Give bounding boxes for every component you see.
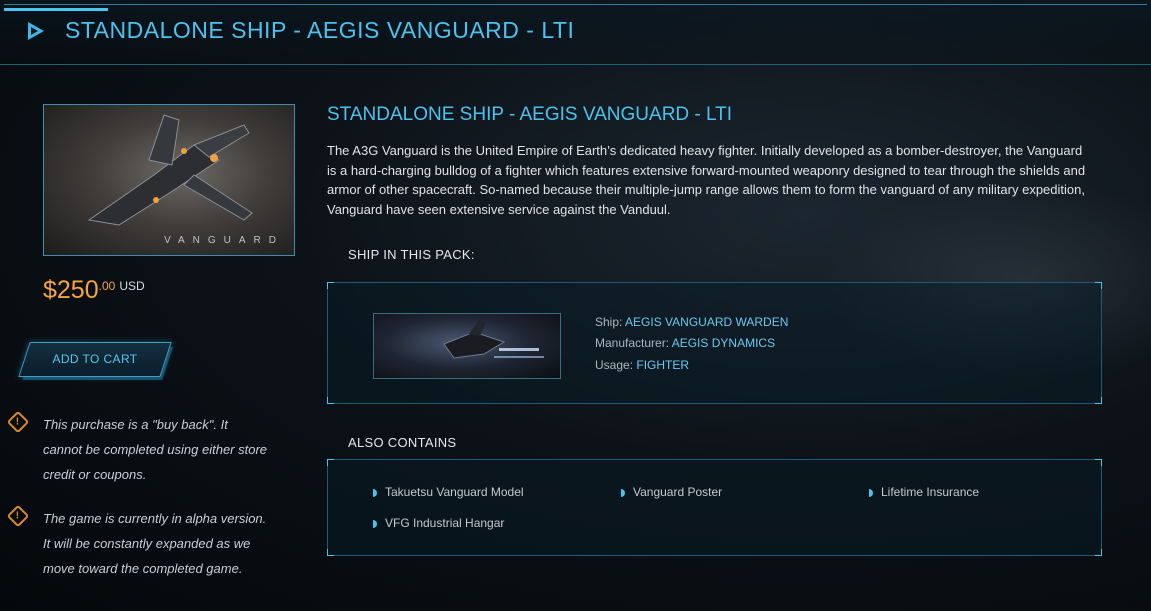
ship-thumbnail-icon <box>443 320 544 359</box>
also-contains-heading: ALSO CONTAINS <box>348 435 457 450</box>
spec-ship-key: Ship: <box>595 315 623 329</box>
price: $250.00 USD <box>43 276 145 305</box>
spec-manufacturer: Manufacturer: AEGIS DYNAMICS <box>595 336 775 350</box>
warning-icon: ! <box>6 410 30 434</box>
list-item: Vanguard Poster <box>621 485 722 499</box>
spec-usage-value: FIGHTER <box>636 358 690 372</box>
add-to-cart-button[interactable]: ADD TO CART <box>18 342 172 377</box>
spec-manufacturer-value: AEGIS DYNAMICS <box>671 336 776 350</box>
product-title: STANDALONE SHIP - AEGIS VANGUARD - LTI <box>327 104 733 125</box>
page-title: STANDALONE SHIP - AEGIS VANGUARD - LTI <box>65 17 575 43</box>
spec-ship: Ship: AEGIS VANGUARD WARDEN <box>595 315 788 329</box>
spec-usage: Usage: FIGHTER <box>595 358 689 372</box>
price-amount: $250 <box>43 276 99 304</box>
spec-usage-key: Usage: <box>595 358 634 372</box>
item-label: VFG Industrial Hangar <box>385 516 505 530</box>
list-item: Lifetime Insurance <box>869 485 979 499</box>
price-cents: .00 <box>98 279 116 293</box>
notice-text: The game is currently in alpha version. … <box>43 511 267 576</box>
notice-text: This purchase is a "buy back". It cannot… <box>43 417 268 482</box>
ship-pack-panel: Ship: AEGIS VANGUARD WARDEN Manufacturer… <box>327 282 1102 404</box>
item-label: Lifetime Insurance <box>881 485 980 499</box>
ship-illustration-icon <box>87 114 253 226</box>
ship-pack-heading: SHIP IN THIS PACK: <box>348 247 475 262</box>
ship-thumbnail[interactable] <box>373 313 561 379</box>
page-header: STANDALONE SHIP - AEGIS VANGUARD - LTI <box>0 0 1151 65</box>
product-image: VANGUARD <box>43 104 295 256</box>
add-to-cart-label: ADD TO CART <box>52 352 138 366</box>
bullet-icon <box>621 489 625 497</box>
price-currency: USD <box>119 279 145 293</box>
spec-manufacturer-key: Manufacturer: <box>595 336 670 350</box>
play-icon <box>28 22 44 40</box>
bullet-icon <box>869 489 873 497</box>
bullet-icon <box>373 520 377 528</box>
bullet-icon <box>373 489 377 497</box>
item-label: Takuetsu Vanguard Model <box>385 485 524 499</box>
also-contains-panel: Takuetsu Vanguard Model Vanguard Poster … <box>327 459 1102 556</box>
list-item: Takuetsu Vanguard Model <box>373 485 524 499</box>
list-item: VFG Industrial Hangar <box>373 516 504 530</box>
warning-icon: ! <box>6 504 30 528</box>
item-label: Vanguard Poster <box>633 485 723 499</box>
product-description: The A3G Vanguard is the United Empire of… <box>327 143 1086 217</box>
spec-ship-value: AEGIS VANGUARD WARDEN <box>625 315 789 329</box>
product-watermark: VANGUARD <box>164 235 284 246</box>
header-accent-tab <box>4 8 108 11</box>
